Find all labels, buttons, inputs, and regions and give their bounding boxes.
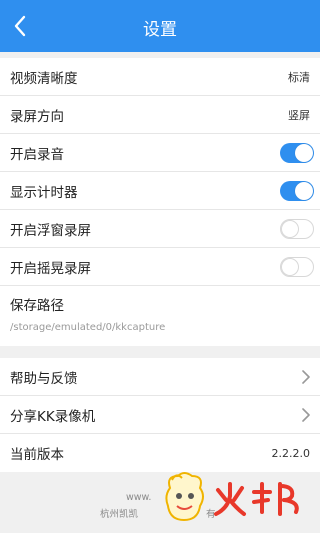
- record-audio-row: 开启录音: [0, 134, 320, 172]
- chevron-right-icon: [302, 370, 310, 384]
- save-path-value: /storage/emulated/0/kkcapture: [10, 322, 166, 333]
- shake-record-row: 开启摇晃录屏: [0, 248, 320, 286]
- app-header: 设置: [0, 0, 320, 52]
- float-window-label: 开启浮窗录屏: [10, 222, 91, 239]
- watermark-text-graphic: [214, 482, 299, 516]
- footer-copyright: 杭州凯凯: [100, 506, 138, 520]
- record-audio-toggle[interactable]: [280, 143, 314, 163]
- chevron-right-icon: [302, 408, 310, 422]
- toggle-knob: [295, 182, 313, 200]
- more-list: 帮助与反馈 分享KK录像机 当前版本 2.2.2.0: [0, 358, 320, 472]
- orientation-label: 录屏方向: [10, 108, 64, 125]
- record-audio-label: 开启录音: [10, 146, 64, 163]
- shake-record-label: 开启摇晃录屏: [10, 260, 91, 277]
- orientation-value: 竖屏: [288, 108, 310, 122]
- share-label: 分享KK录像机: [10, 408, 96, 425]
- version-row: 当前版本 2.2.2.0: [0, 434, 320, 472]
- float-window-row: 开启浮窗录屏: [0, 210, 320, 248]
- orientation-row[interactable]: 录屏方向 竖屏: [0, 96, 320, 134]
- video-quality-row[interactable]: 视频清晰度 标清: [0, 58, 320, 96]
- float-window-toggle[interactable]: [280, 219, 314, 239]
- watermark-text: [210, 478, 310, 522]
- watermark-logo-icon: [165, 472, 204, 522]
- footer-line2: 杭州凯凯: [100, 509, 139, 520]
- shake-record-toggle[interactable]: [280, 257, 314, 277]
- footer-line1: www.: [126, 492, 152, 503]
- video-quality-value: 标清: [288, 70, 310, 84]
- share-row[interactable]: 分享KK录像机: [0, 396, 320, 434]
- help-label: 帮助与反馈: [10, 370, 78, 387]
- settings-list: 视频清晰度 标清 录屏方向 竖屏 开启录音 显示计时器 开启浮窗录屏 开启摇晃录…: [0, 58, 320, 346]
- version-label: 当前版本: [10, 447, 64, 463]
- save-path-row[interactable]: 保存路径 /storage/emulated/0/kkcapture: [0, 286, 320, 346]
- show-timer-toggle[interactable]: [280, 181, 314, 201]
- help-row[interactable]: 帮助与反馈: [0, 358, 320, 396]
- toggle-knob: [281, 220, 299, 238]
- version-value: 2.2.2.0: [271, 446, 310, 460]
- toggle-knob: [295, 144, 313, 162]
- show-timer-label: 显示计时器: [10, 184, 78, 201]
- show-timer-row: 显示计时器: [0, 172, 320, 210]
- toggle-knob: [281, 258, 299, 276]
- video-quality-label: 视频清晰度: [10, 70, 78, 87]
- save-path-label: 保存路径: [10, 298, 64, 314]
- footer-website: www.: [126, 492, 151, 503]
- page-title: 设置: [143, 20, 177, 40]
